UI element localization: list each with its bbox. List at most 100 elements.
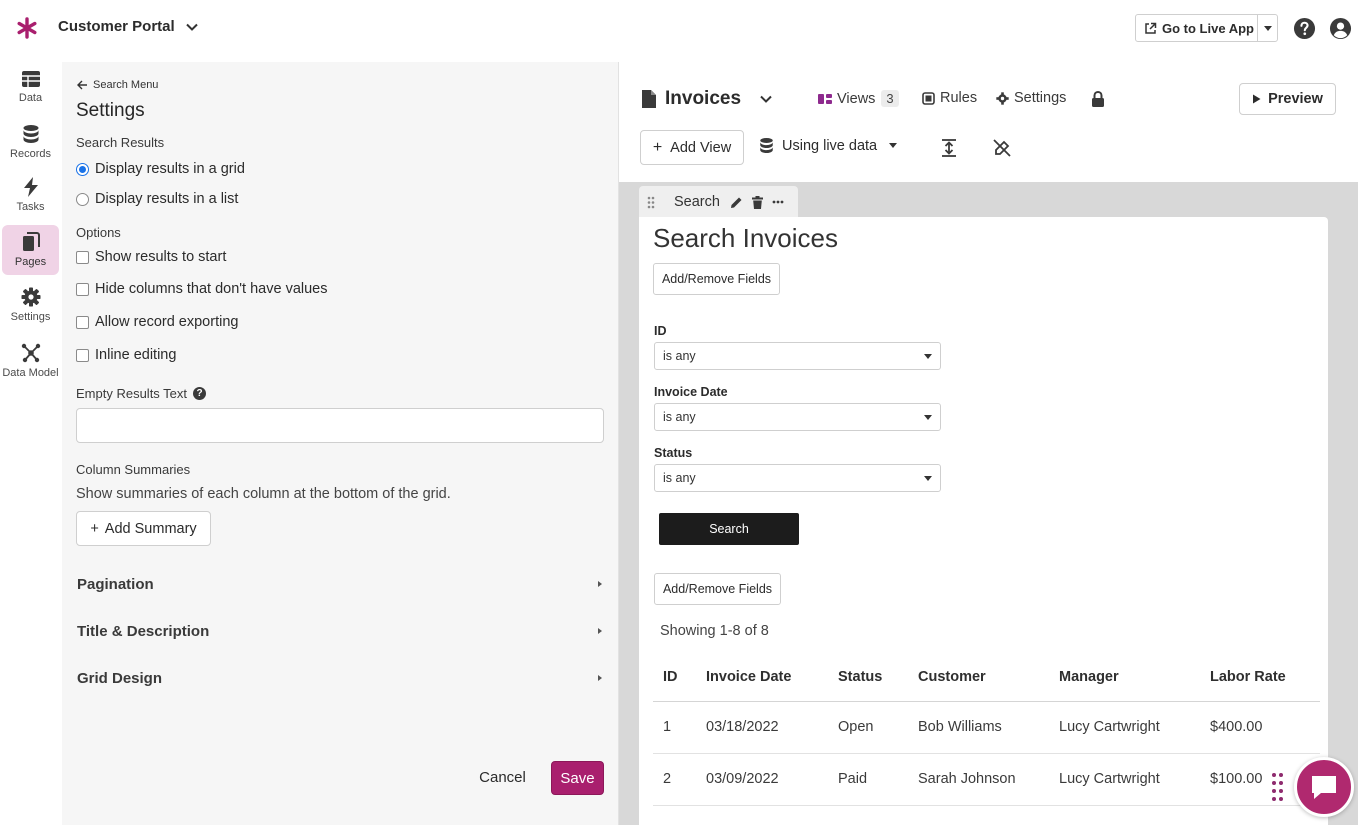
go-to-live-app-button[interactable]: Go to Live App [1135,14,1278,42]
add-remove-fields-button[interactable]: Add/Remove Fields [653,263,780,295]
search-button[interactable]: Search [659,513,799,545]
chat-icon [1312,776,1336,799]
table-cell: Bob Williams [908,701,1049,754]
allow-export-checkbox[interactable] [76,315,89,329]
show-results-option[interactable]: Show results to start [76,249,226,265]
live-app-dropdown[interactable] [1257,15,1278,41]
view-settings-menu[interactable]: Settings [996,90,1066,106]
caret-down-icon [1264,25,1272,31]
question-circle-icon[interactable]: ? [193,387,207,400]
go-to-live-app-main[interactable]: Go to Live App [1136,15,1257,41]
cancel-button[interactable]: Cancel [470,762,535,792]
inline-editing-label: Inline editing [95,347,177,363]
design-off-icon[interactable] [992,138,1012,158]
caret-down-icon [924,353,932,359]
top-bar: Customer Portal Go to Live App [0,0,1358,58]
table-cell: Lucy Cartwright [1049,701,1200,754]
back-to-search-menu-link[interactable]: Search Menu [77,79,158,91]
hide-columns-label: Hide columns that don't have values [95,281,328,297]
rules-menu[interactable]: Rules [922,90,977,106]
views-menu[interactable]: Views 3 [818,90,899,107]
filter-select-invoice-date[interactable]: is any [654,403,941,431]
filter-select-status[interactable]: is any [654,464,941,492]
empty-results-text-input[interactable] [76,408,604,443]
rail-item-settings[interactable]: Settings [2,280,59,330]
rail-item-label: Data Model [2,367,59,379]
caret-right-icon [598,628,602,634]
filter-select-id[interactable]: is any [654,342,941,370]
views-icon [818,93,832,104]
display-grid-option[interactable]: Display results in a grid [76,161,245,177]
caret-down-icon [924,475,932,481]
add-remove-fields-button-results[interactable]: Add/Remove Fields [654,573,781,605]
display-list-option[interactable]: Display results in a list [76,191,238,207]
rail-item-tasks[interactable]: Tasks [2,170,59,220]
app-title[interactable]: Customer Portal [58,18,175,35]
allow-export-label: Allow record exporting [95,314,239,330]
save-button[interactable]: Save [551,761,604,795]
views-count-badge: 3 [881,90,899,107]
preview-button[interactable]: Preview [1239,83,1336,115]
display-list-radio[interactable] [76,192,89,206]
trash-icon[interactable] [751,195,763,209]
lightning-icon [23,177,38,197]
column-header-invoice-date[interactable]: Invoice Date [696,653,828,702]
pencil-icon[interactable] [730,196,743,209]
hide-columns-checkbox[interactable] [76,282,89,296]
show-results-checkbox[interactable] [76,250,89,264]
column-header-status[interactable]: Status [828,653,908,702]
add-summary-button[interactable]: + Add Summary [76,511,211,546]
asterisk-logo-icon[interactable] [15,16,39,40]
filter-label-status: Status [654,446,693,460]
chevron-down-icon[interactable] [759,92,773,106]
title-description-section-toggle[interactable]: Title & Description [77,619,604,643]
object-selector[interactable]: Invoices [641,88,773,110]
search-view-tab[interactable]: Search [639,186,798,218]
title-description-label: Title & Description [77,622,210,640]
rail-item-pages[interactable]: Pages [2,225,59,275]
data-source-dropdown[interactable]: Using live data [759,137,898,154]
user-account-icon[interactable] [1329,17,1352,40]
lock-icon[interactable] [1091,91,1105,108]
pagination-section-toggle[interactable]: Pagination [77,572,604,596]
empty-results-label-row: Empty Results Text ? [76,386,207,401]
pagination-label: Pagination [77,575,154,593]
chevron-down-icon[interactable] [185,20,199,34]
settings-panel: Search Menu Settings Search Results Disp… [62,62,618,825]
display-grid-radio[interactable] [76,162,89,176]
inline-editing-option[interactable]: Inline editing [76,347,176,363]
table-row[interactable]: 1 03/18/2022 Open Bob Williams Lucy Cart… [653,701,1320,754]
expand-vertical-icon[interactable] [939,138,959,158]
grid-design-section-toggle[interactable]: Grid Design [77,666,604,690]
column-summaries-label: Column Summaries [76,462,191,477]
column-header-labor-rate[interactable]: Labor Rate [1200,653,1320,702]
builder-canvas: Search Search Invoices Add/Remove Fields… [619,182,1358,825]
caret-right-icon [598,581,602,587]
column-header-customer[interactable]: Customer [908,653,1049,702]
results-count: Showing 1-8 of 8 [660,623,769,639]
drag-handle-icon[interactable] [647,196,655,209]
rail-item-records[interactable]: Records [2,117,59,167]
pages-icon [22,232,40,251]
search-view-card: Search Invoices Add/Remove Fields ID is … [639,217,1328,825]
rules-label: Rules [940,90,978,106]
display-list-label: Display results in a list [95,191,239,207]
rail-item-data-model[interactable]: Data Model [2,336,59,386]
chat-support-button[interactable] [1294,757,1354,817]
hide-columns-option[interactable]: Hide columns that don't have values [76,281,328,297]
add-view-button[interactable]: + Add View [640,130,744,165]
grip-icon[interactable] [1271,772,1285,804]
inline-editing-checkbox[interactable] [76,348,89,362]
add-view-label: Add View [670,139,732,156]
column-header-id[interactable]: ID [653,653,696,702]
database-icon [760,138,773,153]
view-tab-label: Search [674,194,720,210]
show-results-label: Show results to start [95,249,227,265]
options-label: Options [76,225,121,240]
allow-export-option[interactable]: Allow record exporting [76,314,238,330]
rail-item-data[interactable]: Data [2,62,59,112]
table-row[interactable]: 2 03/09/2022 Paid Sarah Johnson Lucy Car… [653,753,1320,806]
column-header-manager[interactable]: Manager [1049,653,1200,702]
help-icon[interactable] [1293,17,1316,40]
more-options-icon[interactable] [772,200,784,204]
